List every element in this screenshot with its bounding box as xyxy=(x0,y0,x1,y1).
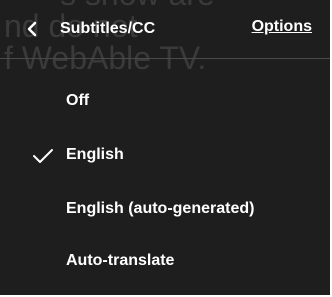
menu-header: Subtitles/CC Options xyxy=(0,0,330,59)
menu-item-english-auto-generated[interactable]: English (auto-generated) xyxy=(0,184,330,236)
chevron-left-icon[interactable] xyxy=(24,21,40,37)
options-link[interactable]: Options xyxy=(252,18,312,36)
menu-item-label: English (auto-generated) xyxy=(66,200,255,217)
menu-title: Subtitles/CC xyxy=(60,20,156,37)
menu-item-label: Off xyxy=(66,92,90,109)
menu-item-off[interactable]: Off xyxy=(0,76,330,128)
checkmark-icon xyxy=(32,148,54,164)
menu-item-auto-translate[interactable]: Auto-translate xyxy=(0,236,330,288)
menu-item-label: English xyxy=(66,146,124,163)
back-button[interactable]: Subtitles/CC xyxy=(24,12,155,46)
subtitles-menu: s show are nd do not f WebAble TV. Subti… xyxy=(0,0,332,297)
menu-item-label: Auto-translate xyxy=(66,252,175,269)
menu-item-english[interactable]: English xyxy=(0,130,330,182)
